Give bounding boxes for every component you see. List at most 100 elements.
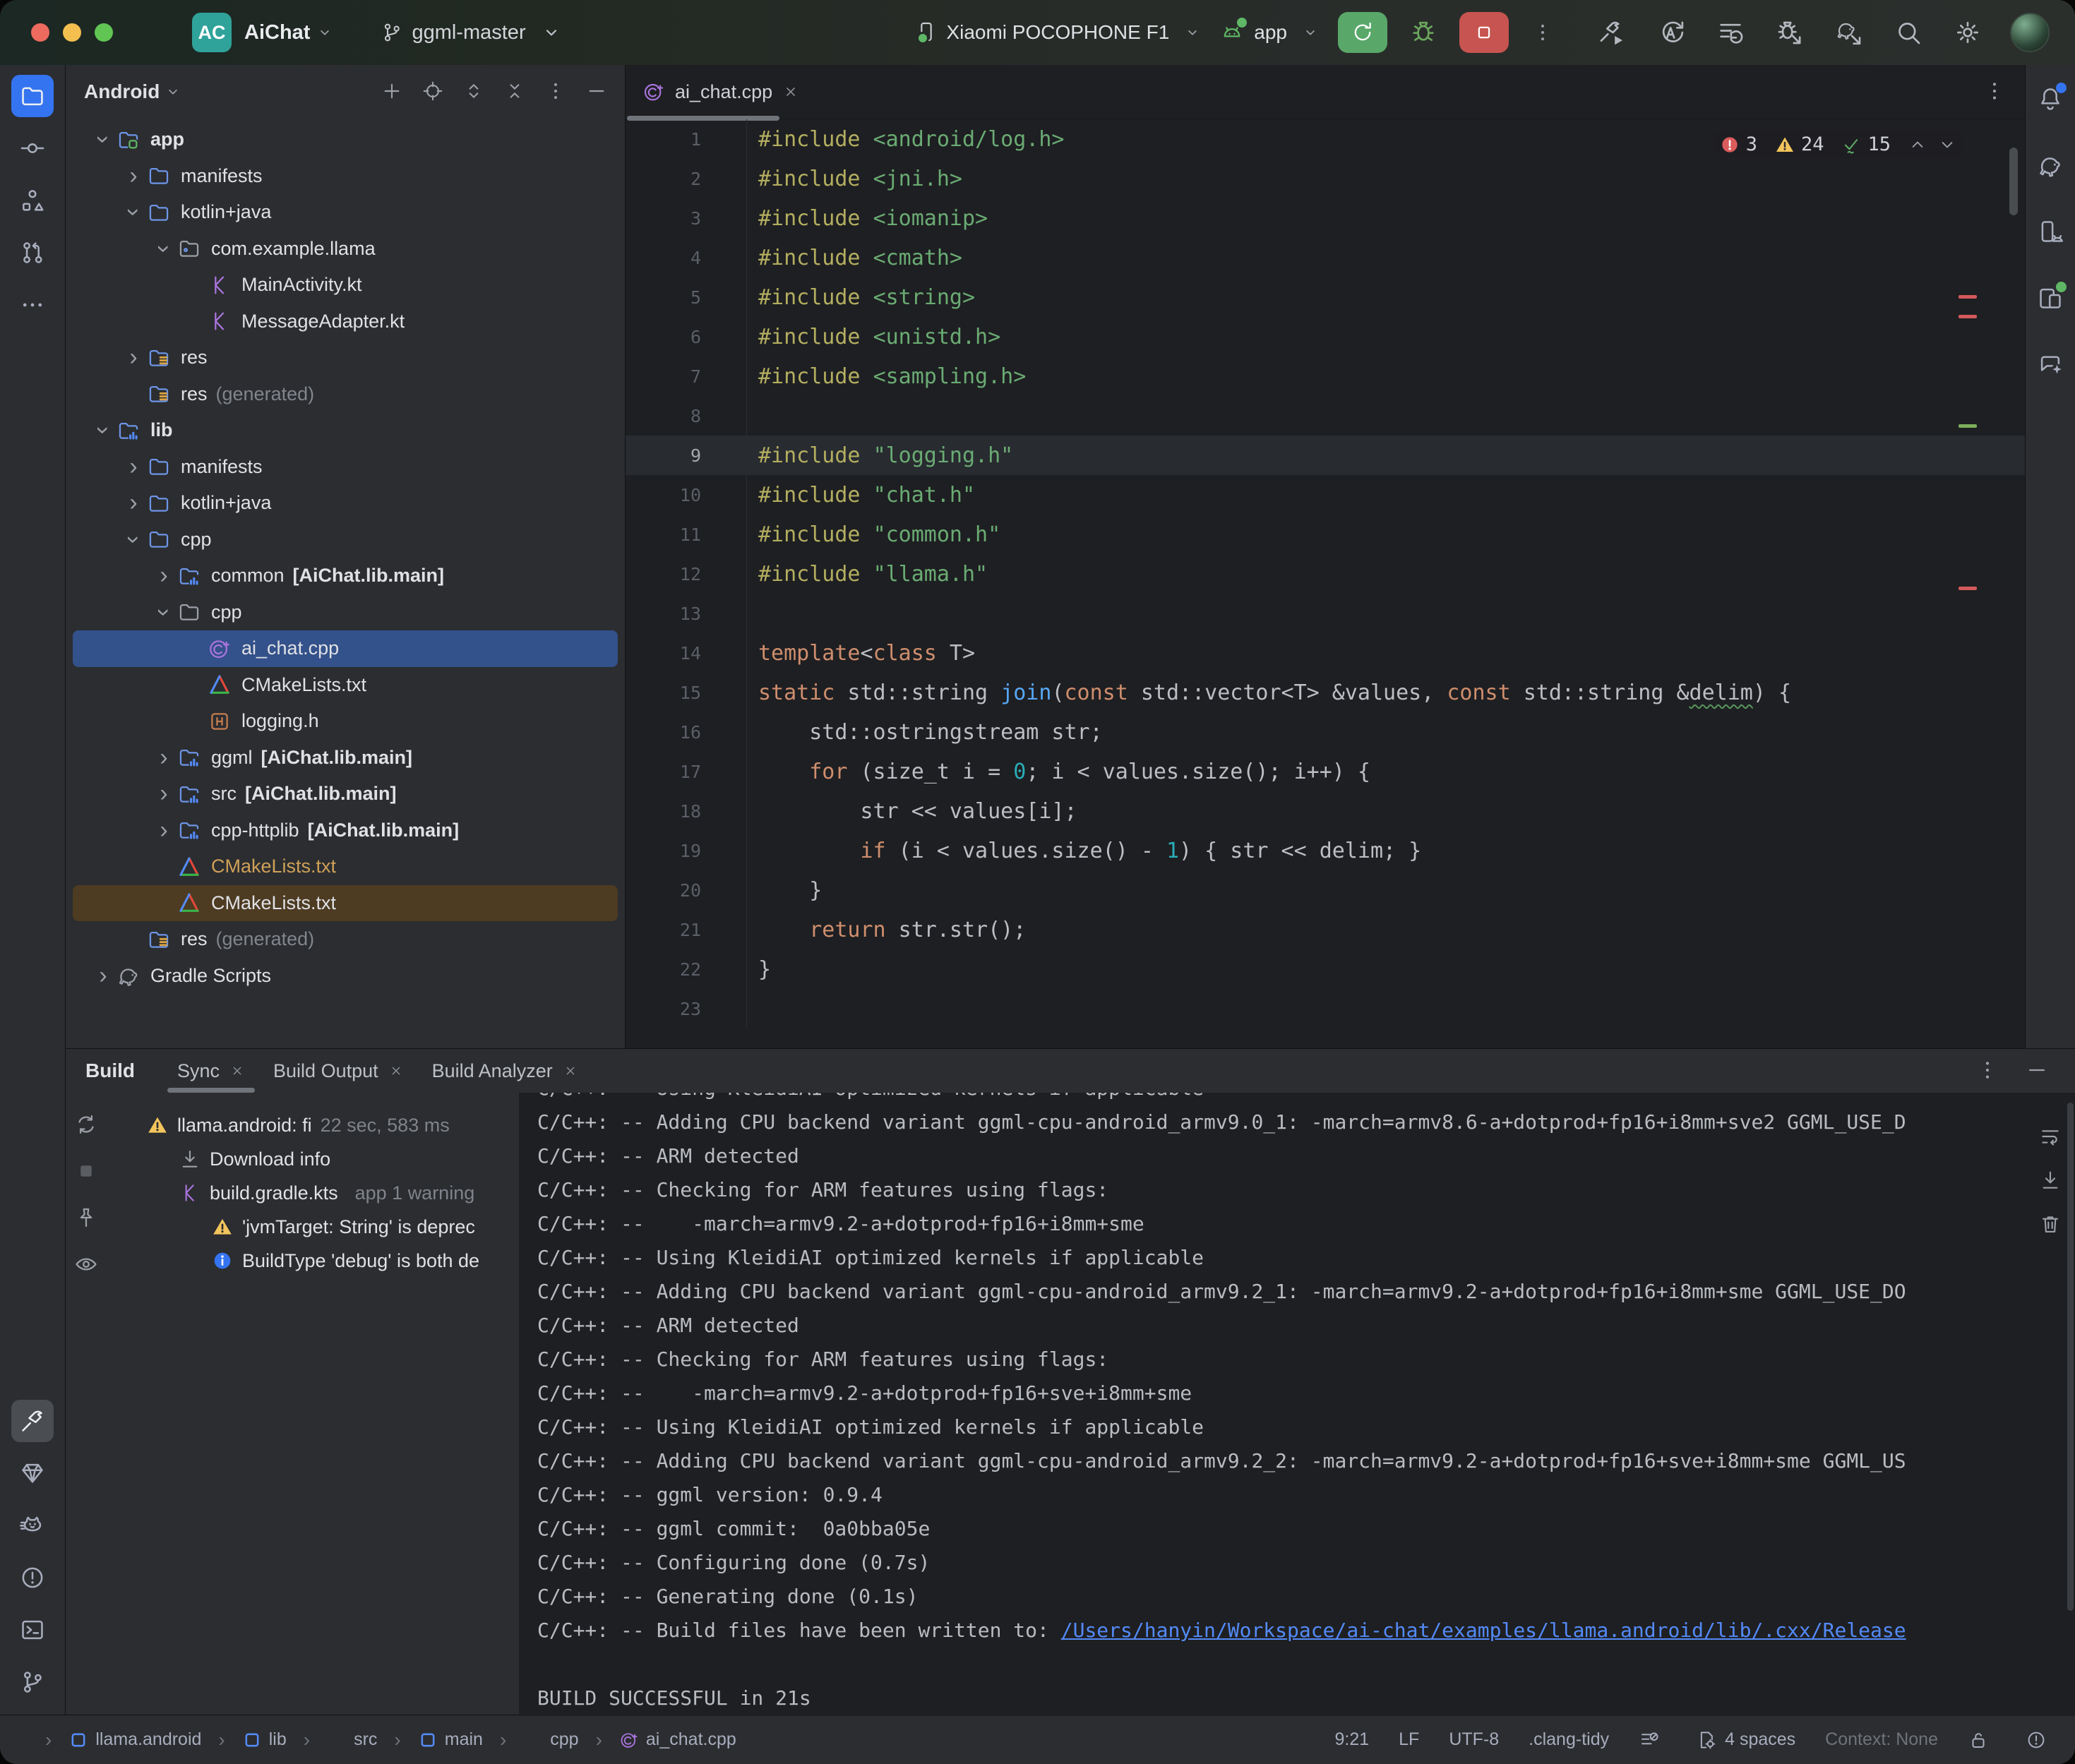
build-console[interactable]: C/C++: -- Using KleidiAI optimized kerne… <box>519 1093 2075 1716</box>
line-separator[interactable]: LF <box>1399 1729 1419 1750</box>
panel-options-button[interactable] <box>537 73 574 110</box>
soft-wrap-button[interactable] <box>2037 1124 2064 1151</box>
stop-app-button[interactable] <box>1459 12 1509 53</box>
project-tree-row[interactable]: › cpp <box>73 594 618 631</box>
tree-expander-icon[interactable]: › <box>120 344 147 371</box>
app-quality-insights-button[interactable] <box>11 1452 54 1494</box>
project-icon[interactable]: AC <box>192 13 232 52</box>
device-manager-button[interactable] <box>2029 210 2071 253</box>
project-tree-row[interactable]: › cpp-httplib [AiChat.lib.main] <box>73 812 618 849</box>
breadcrumb-item[interactable]: ai_chat.cpp <box>589 1729 743 1751</box>
breadcrumb-item[interactable]: lib <box>211 1729 293 1751</box>
project-tree-row[interactable]: › app <box>73 121 618 158</box>
terminal-tool-button[interactable] <box>11 1609 54 1651</box>
run-config-selector[interactable]: app <box>1220 20 1320 44</box>
logcat-tool-button[interactable] <box>11 1504 54 1547</box>
project-tree-row[interactable]: › res <box>73 340 618 376</box>
version-control-tool-button[interactable] <box>11 1661 54 1703</box>
project-view-selector[interactable]: Android <box>84 80 160 103</box>
write-access-toggle[interactable] <box>1968 1729 1996 1751</box>
project-name[interactable]: AiChat <box>244 21 310 44</box>
expand-all-button[interactable] <box>455 73 492 110</box>
breadcrumb-item[interactable]: main <box>387 1729 490 1751</box>
clear-console-button[interactable] <box>2037 1211 2064 1238</box>
breadcrumb-item[interactable]: cpp <box>493 1729 586 1751</box>
project-tree-row[interactable]: › lib <box>73 412 618 449</box>
run-more-options-button[interactable] <box>1527 12 1558 53</box>
tree-expander-icon[interactable]: › <box>150 562 177 589</box>
build-tree-row[interactable]: › build.gradle.kts app 1 warning <box>107 1176 519 1210</box>
project-tree-row[interactable]: › res (generated) <box>73 921 618 958</box>
inspections-widget[interactable]: 3 24 15 <box>1714 131 1963 158</box>
close-window-button[interactable] <box>31 23 49 42</box>
project-tree-row[interactable]: › MessageAdapter.kt <box>73 304 618 340</box>
editor-tab-ai-chat-cpp[interactable]: ai_chat.cpp <box>626 65 815 119</box>
tree-expander-icon[interactable]: › <box>150 235 178 262</box>
running-devices-button[interactable] <box>2029 277 2071 319</box>
breadcrumb-item[interactable]: src <box>297 1729 385 1751</box>
stop-sync-button[interactable] <box>72 1158 100 1186</box>
build-tree-row[interactable]: › 'jvmTarget: String' is deprec <box>107 1210 519 1244</box>
project-tree-row[interactable]: › ggml [AiChat.lib.main] <box>73 740 618 776</box>
project-tree-row[interactable]: › kotlin+java <box>73 485 618 522</box>
gradle-tool-button[interactable] <box>2029 144 2071 186</box>
build-tree-row[interactable]: › BuildType 'debug' is both de <box>107 1244 519 1278</box>
apply-changes-button[interactable] <box>1657 18 1685 47</box>
indent-config[interactable]: 4 spaces <box>1697 1729 1795 1751</box>
build-tree-row[interactable]: › llama.android: fi 22 sec, 583 ms <box>107 1108 519 1142</box>
project-tree-row[interactable]: › CMakeLists.txt <box>73 848 618 885</box>
tree-expander-icon[interactable]: › <box>150 817 177 844</box>
project-tree-row[interactable]: › common [AiChat.lib.main] <box>73 558 618 594</box>
hide-build-panel-button[interactable] <box>2019 1052 2055 1089</box>
editor-options-button[interactable] <box>1978 78 2007 106</box>
highlighting-level-button[interactable] <box>1639 1729 1667 1751</box>
project-tree-row[interactable]: › manifests <box>73 449 618 486</box>
build-panel-options-button[interactable] <box>1969 1052 2006 1089</box>
git-branch-widget[interactable]: ggml-master <box>381 21 562 44</box>
more-tool-windows-button[interactable] <box>11 284 54 326</box>
next-problem-button[interactable] <box>1937 135 1957 155</box>
tree-expander-icon[interactable]: › <box>150 744 177 772</box>
tree-expander-icon[interactable]: › <box>120 162 147 190</box>
zoom-window-button[interactable] <box>95 23 113 42</box>
pin-tab-button[interactable] <box>72 1204 100 1232</box>
rerun-app-button[interactable] <box>1338 12 1387 53</box>
tree-expander-icon[interactable]: › <box>120 489 147 517</box>
collapse-all-button[interactable] <box>496 73 533 110</box>
project-tree-row[interactable]: › com.example.llama <box>73 231 618 268</box>
structure-tool-button[interactable] <box>11 179 54 222</box>
ai-context[interactable]: Context: None <box>1825 1729 1938 1750</box>
commit-tool-button[interactable] <box>11 127 54 169</box>
build-tree-row[interactable]: › Download info <box>107 1142 519 1176</box>
tree-expander-icon[interactable]: › <box>120 453 147 481</box>
project-tree-row[interactable]: › cpp <box>73 522 618 558</box>
scroll-to-end-button[interactable] <box>2037 1168 2064 1194</box>
device-selector[interactable]: Xiaomi POCOPHONE F1 <box>915 20 1202 44</box>
debug-app-button[interactable] <box>1406 15 1441 50</box>
project-tree-row[interactable]: › Gradle Scripts <box>73 958 618 995</box>
error-stripe-mark[interactable] <box>1959 587 1977 590</box>
hide-panel-button[interactable] <box>578 73 615 110</box>
tree-expander-icon[interactable]: › <box>90 417 117 444</box>
close-tab-icon[interactable] <box>229 1063 245 1079</box>
project-tree-row[interactable]: › ai_chat.cpp <box>73 630 618 667</box>
close-tab-icon[interactable] <box>782 83 799 100</box>
notifications-button[interactable] <box>2029 78 2071 120</box>
ide-error-indicator[interactable] <box>2026 1729 2054 1751</box>
rerun-sync-button[interactable] <box>72 1111 100 1139</box>
clang-tidy-config[interactable]: .clang-tidy <box>1529 1729 1609 1750</box>
attach-debugger-button[interactable] <box>1776 18 1804 47</box>
close-tab-icon[interactable] <box>563 1063 578 1079</box>
project-tree-row[interactable]: › CMakeLists.txt <box>73 667 618 704</box>
build-panel-tab[interactable]: Sync <box>163 1049 259 1093</box>
tree-expander-icon[interactable]: › <box>150 780 177 808</box>
tree-expander-icon[interactable]: › <box>120 526 148 553</box>
build-variants-button[interactable] <box>1716 18 1745 47</box>
project-tree-row[interactable]: › kotlin+java <box>73 194 618 231</box>
add-button[interactable] <box>373 73 410 110</box>
gemini-tool-button[interactable] <box>2029 343 2071 385</box>
tree-expander-icon[interactable]: › <box>90 962 116 990</box>
caret-position[interactable]: 9:21 <box>1334 1729 1369 1750</box>
error-stripe-mark[interactable] <box>1959 295 1977 299</box>
tree-expander-icon[interactable]: › <box>120 199 148 226</box>
